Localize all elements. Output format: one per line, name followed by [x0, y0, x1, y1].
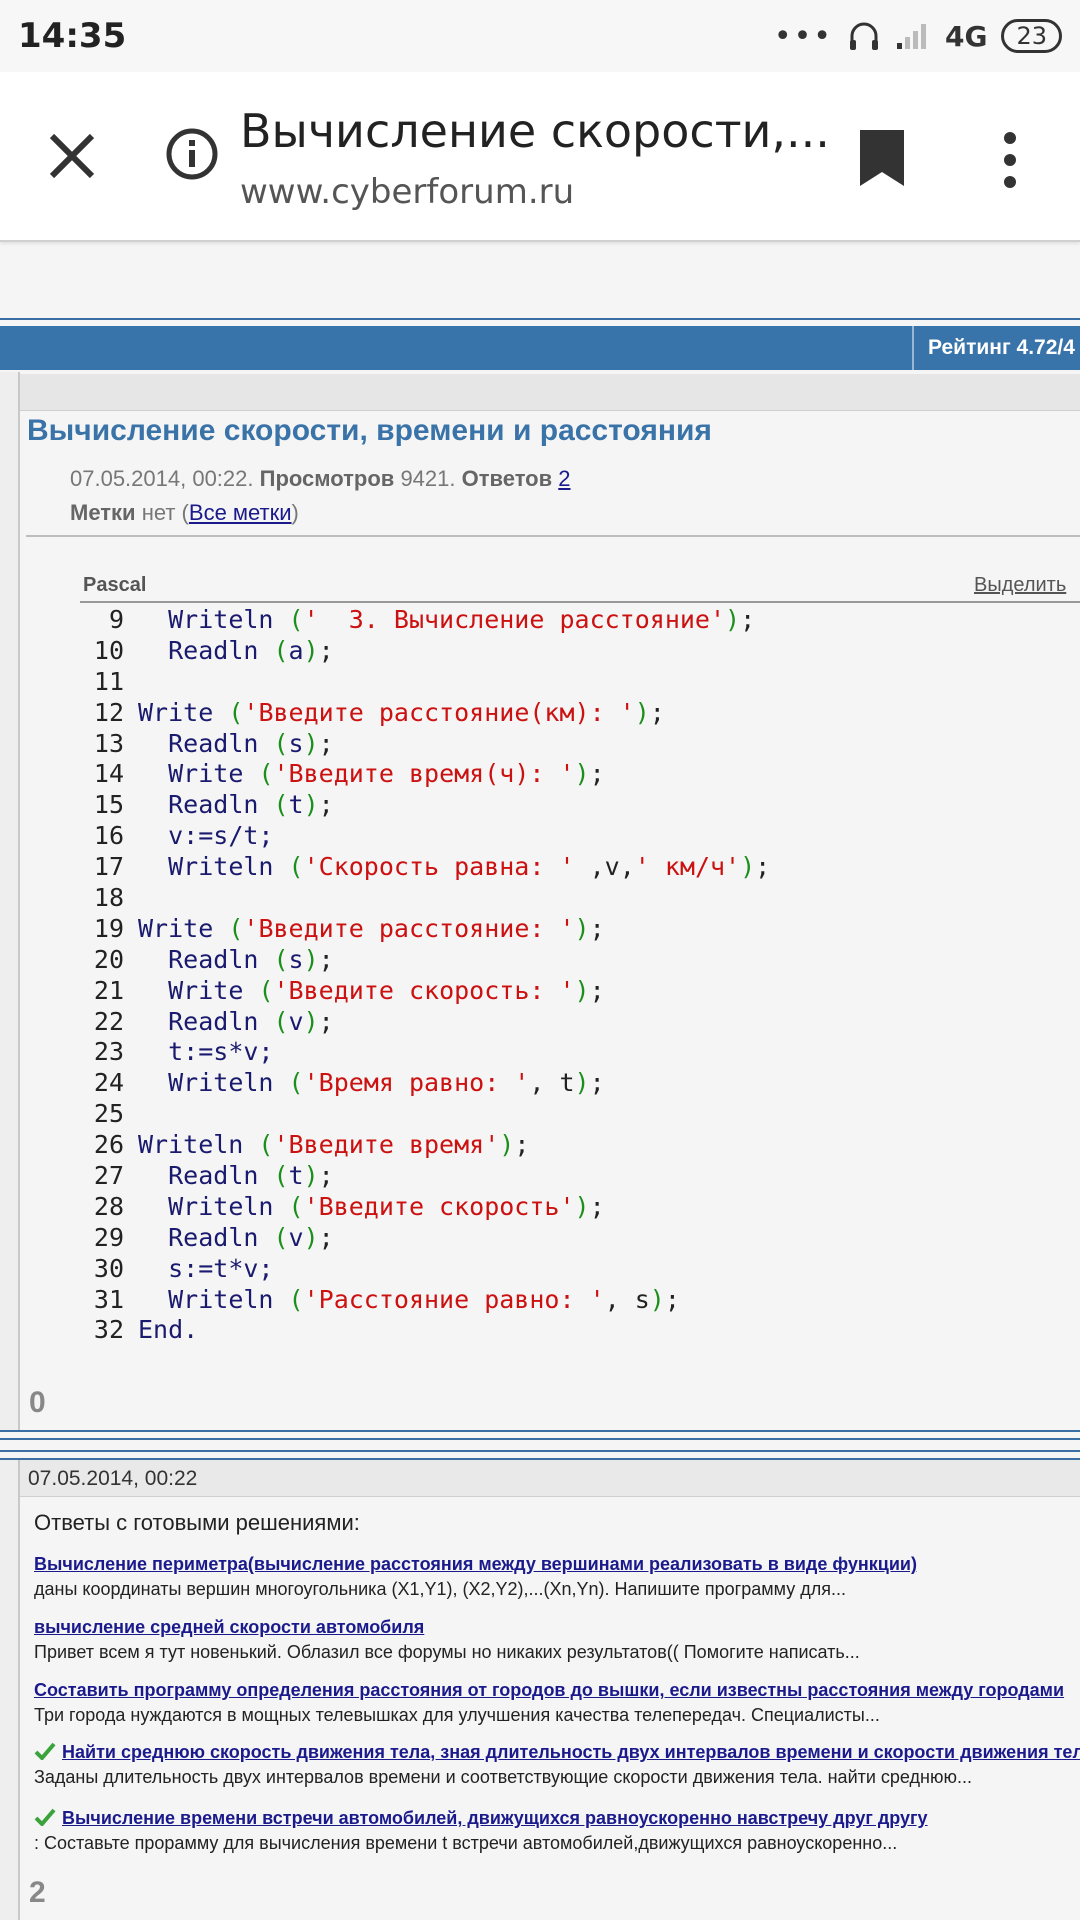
answer-item: Найти среднюю скорость движения тела, зн…: [34, 1742, 1080, 1788]
answer-link[interactable]: вычисление средней скорости автомобиля: [34, 1617, 860, 1638]
checkmark-icon: [34, 1808, 56, 1826]
answer-link[interactable]: Вычисление периметра(вычисление расстоян…: [34, 1554, 917, 1575]
answer-desc: Заданы длительность двух интервалов врем…: [34, 1767, 972, 1787]
code-line: 20 Readln (s);: [93, 944, 334, 974]
status-bar: 14:35 ••• 4G 23: [0, 0, 1080, 72]
code-line: 21 Write ('Введите скорость: ');: [93, 975, 605, 1005]
status-icons: ••• 4G 23: [774, 16, 1062, 56]
code-line: 23 t:=s*v;: [93, 1037, 274, 1067]
thread-meta: 07.05.2014, 00:22. Просмотров 9421. Отве…: [70, 466, 571, 492]
left-rail-lower: [0, 1460, 20, 1920]
answer-desc: Привет всем я тут новенький. Облазил все…: [34, 1642, 860, 1662]
code-line: 25: [93, 1099, 124, 1129]
answer-item: Вычисление времени встречи автомобилей, …: [34, 1808, 928, 1854]
answer-desc: Три города нуждаются в мощных телевышках…: [34, 1705, 880, 1725]
thread-tags: Метки нет (Все метки): [70, 500, 299, 526]
page-url[interactable]: www.cyberforum.ru: [240, 172, 574, 212]
all-tags-link[interactable]: Все метки: [189, 500, 292, 525]
code-line: 10 Readln (a);: [93, 635, 334, 665]
answer-desc: : Составьте прорамму для вычисления врем…: [34, 1833, 898, 1853]
page-title[interactable]: Вычисление скорости,...: [240, 104, 830, 158]
answers-count-link[interactable]: 2: [558, 466, 570, 491]
post-divider: [0, 1430, 1080, 1440]
answer-link-row[interactable]: Вычисление времени встречи автомобилей, …: [34, 1808, 928, 1829]
answer-link[interactable]: Вычисление времени встречи автомобилей, …: [62, 1808, 928, 1828]
rating-label: Рейтинг 4.72/4: [912, 326, 1075, 370]
code-line: 24 Writeln ('Время равно: ', t);: [93, 1068, 605, 1098]
code-line: 17 Writeln ('Скорость равна: ' ,v,' км/ч…: [93, 852, 771, 882]
post-header: 07.05.2014, 00:22: [20, 1460, 1080, 1497]
status-time: 14:35: [18, 16, 127, 56]
answer-desc: даны координаты вершин многоугольника (X…: [34, 1579, 846, 1599]
tags-value: нет (: [141, 500, 189, 525]
code-line: 30 s:=t*v;: [93, 1253, 274, 1283]
vote-count-second: 2: [29, 1876, 46, 1909]
thread-title: Вычисление скорости, времени и расстояни…: [27, 414, 712, 447]
code-divider: [80, 601, 1080, 603]
code-line: 22 Readln (v);: [93, 1006, 334, 1036]
post-date: 07.05.2014, 00:22: [28, 1467, 198, 1490]
code-line: 13 Readln (s);: [93, 728, 334, 758]
left-rail: [0, 372, 20, 1432]
answer-link[interactable]: Найти среднюю скорость движения тела, зн…: [62, 1742, 1080, 1762]
views-count: 9421.: [400, 466, 456, 491]
code-line: 32 End.: [93, 1315, 199, 1345]
headphones-icon: [849, 22, 878, 50]
forum-header-band: Рейтинг 4.72/4: [0, 326, 1080, 370]
browser-toolbar: Вычисление скорости,... www.cyberforum.r…: [0, 72, 1080, 242]
close-icon[interactable]: [42, 126, 102, 186]
answer-item: Вычисление периметра(вычисление расстоян…: [34, 1554, 917, 1600]
answers-heading: Ответы с готовыми решениями:: [34, 1510, 360, 1535]
code-line: 19 Write ('Введите расстояние: ');: [93, 913, 605, 943]
code-line: 28 Writeln ('Введите скорость');: [93, 1191, 605, 1221]
code-line: 31 Writeln ('Расстояние равно: ', s);: [93, 1284, 680, 1314]
code-language: Pascal: [83, 574, 147, 596]
post-divider-lower: [0, 1450, 1080, 1460]
code-line: 11: [93, 666, 124, 696]
answer-item: вычисление средней скорости автомобиля П…: [34, 1617, 860, 1663]
bookmark-icon[interactable]: [858, 128, 906, 188]
vote-count: 0: [29, 1386, 46, 1419]
signal-icon: [896, 24, 926, 49]
code-line: 12 Write ('Введите расстояние(км): ');: [93, 697, 665, 727]
code-line: 15 Readln (t);: [93, 790, 334, 820]
answer-item: Составить программу определения расстоян…: [34, 1680, 1064, 1726]
info-icon[interactable]: [164, 126, 220, 182]
code-line: 27 Readln (t);: [93, 1161, 334, 1191]
code-line: 16 v:=s/t;: [93, 821, 274, 851]
tags-close: ): [291, 500, 299, 525]
more-notifications-icon: •••: [773, 18, 833, 54]
code-line: 9 Writeln (' 3. Вычисление расстояние');: [108, 605, 756, 634]
answers-label: Ответов: [461, 466, 553, 491]
code-line: 14 Write ('Введите время(ч): ');: [93, 759, 605, 789]
select-code-link[interactable]: Выделить: [974, 574, 1066, 597]
thread-date: 07.05.2014, 00:22.: [70, 466, 254, 491]
views-label: Просмотров: [259, 466, 395, 491]
code-line: 29 Readln (v);: [93, 1222, 334, 1252]
network-type: 4G: [944, 19, 988, 53]
thread-toolbar: [20, 374, 1080, 411]
answer-link[interactable]: Составить программу определения расстоян…: [34, 1680, 1064, 1701]
more-menu-icon[interactable]: [994, 130, 1026, 190]
code-block: 9 Writeln (' 3. Вычисление расстояние');…: [80, 605, 771, 1346]
checkmark-icon: [34, 1742, 56, 1760]
code-line: 18: [93, 883, 124, 913]
thread-divider: [26, 535, 1080, 537]
tags-label: Метки: [70, 500, 136, 525]
answer-link-row[interactable]: Найти среднюю скорость движения тела, зн…: [34, 1742, 1080, 1763]
code-line: 26 Writeln ('Введите время');: [93, 1130, 530, 1160]
battery-icon: 23: [1001, 19, 1062, 53]
